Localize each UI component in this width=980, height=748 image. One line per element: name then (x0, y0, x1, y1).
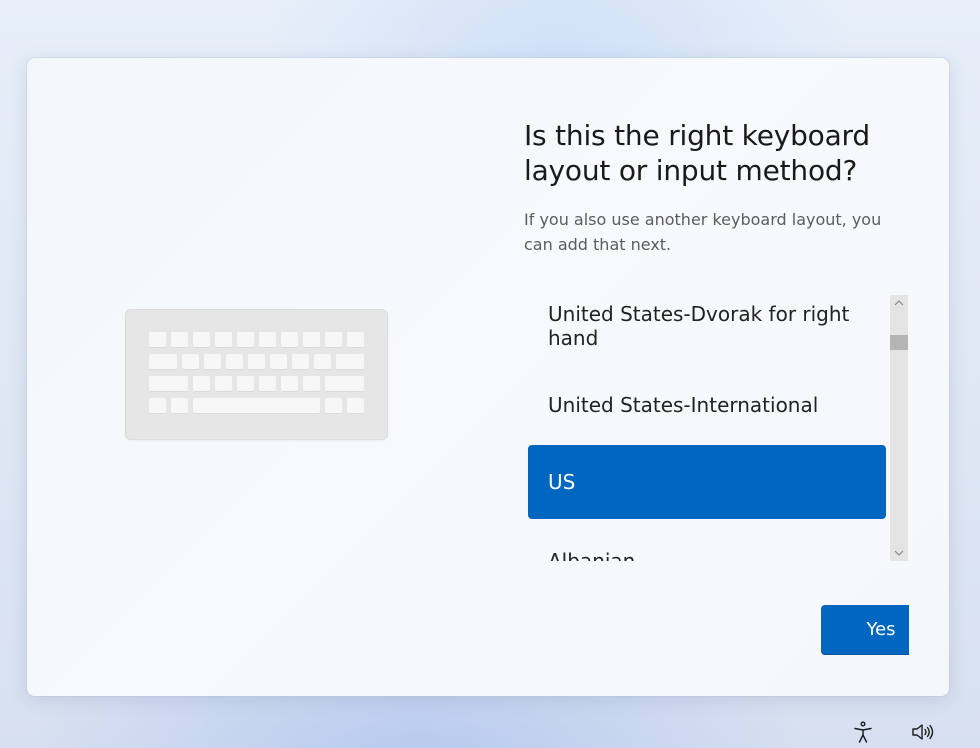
yes-button[interactable]: Yes (821, 605, 909, 655)
list-scrollbar[interactable] (890, 295, 908, 561)
keyboard-illustration (125, 309, 388, 440)
keyboard-layout-list[interactable]: United States-Dvorak for right hand Unit… (524, 295, 909, 561)
setup-card: Is this the right keyboard layout or inp… (27, 58, 949, 696)
list-item-us-international[interactable]: United States-International (528, 374, 886, 436)
chevron-down-icon[interactable] (890, 545, 908, 561)
scroll-thumb[interactable] (890, 335, 908, 350)
page-title: Is this the right keyboard layout or inp… (524, 119, 870, 187)
list-item-dvorak-right[interactable]: United States-Dvorak for right hand (528, 302, 886, 354)
chevron-up-icon[interactable] (890, 295, 908, 311)
page-subtitle: If you also use another keyboard layout,… (524, 210, 882, 254)
oobe-desktop: Is this the right keyboard layout or inp… (0, 0, 980, 748)
accessibility-icon[interactable] (849, 718, 877, 746)
list-item-us-selected[interactable]: US (528, 445, 886, 519)
volume-icon[interactable] (909, 718, 937, 746)
yes-button-viewport: Yes (821, 605, 909, 655)
list-item-albanian[interactable]: Albanian (528, 549, 886, 561)
